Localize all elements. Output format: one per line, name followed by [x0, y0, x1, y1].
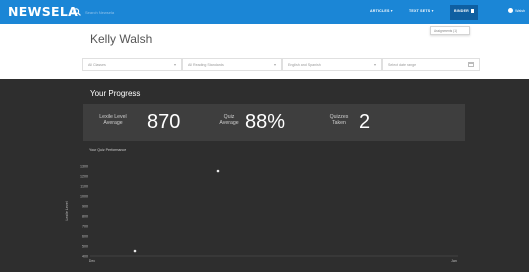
y-tick-label: 600: [82, 235, 88, 239]
chevron-down-icon: ▾: [273, 62, 276, 67]
chevron-down-icon: ▾: [173, 62, 176, 67]
lexile-stat-label: Lexile Level Average: [83, 114, 143, 126]
quiz-performance-chart: 1300 1200 1100 1000 900 800 700 600 500 400Dec Jan…: [65, 165, 458, 263]
quiz-average-label-line2: Average: [219, 120, 239, 126]
chevron-down-icon: ▾: [373, 62, 376, 67]
y-tick-label: 700: [82, 225, 88, 229]
quizzes-taken-label-line2: Taken: [332, 120, 346, 126]
y-tick-label: 900: [82, 205, 88, 209]
user-menu-button[interactable]: Walsh: [508, 8, 525, 13]
y-tick-label: 500: [82, 245, 88, 249]
filter-bar: All Classes ▾ All Reading Standards ▾ En…: [82, 58, 480, 72]
nav-binder-link[interactable]: BINDER: [450, 5, 479, 20]
x-tick-label: Jan: [451, 259, 457, 263]
y-tick-label: 1200: [80, 175, 88, 179]
data-point: [216, 169, 220, 173]
standards-filter-value: All Reading Standards: [188, 62, 224, 67]
nav-binder-label: BINDER: [454, 9, 469, 13]
chart-title: Your Quiz Performance: [89, 148, 127, 152]
nav-text-sets-menu[interactable]: TEXT SETS ▾: [409, 9, 434, 13]
standards-filter-select[interactable]: All Reading Standards ▾: [182, 58, 282, 71]
y-tick-label: 400: [82, 255, 88, 259]
user-menu-label: Walsh: [515, 8, 525, 13]
class-filter-value: All Classes: [88, 62, 106, 67]
calendar-icon: [468, 62, 474, 67]
nav-articles-menu[interactable]: ARTICLES ▾: [370, 9, 393, 13]
quizzes-taken-stat-value: 2: [359, 111, 371, 133]
search-box[interactable]: [73, 6, 153, 18]
search-icon: [73, 8, 81, 16]
progress-title: Your Progress: [90, 89, 141, 98]
lexile-stat-label-line2: Average: [103, 120, 123, 126]
lexile-stat-value: 870: [147, 111, 181, 133]
date-range-picker[interactable]: Select date range: [382, 58, 480, 71]
user-avatar-icon: [508, 8, 514, 13]
y-tick-label: 1100: [80, 185, 88, 189]
newsela-logo[interactable]: NEWSELA: [8, 4, 78, 19]
stats-summary: Lexile Level Average 870 Quiz Average 88…: [83, 104, 465, 141]
x-tick-label: Dec: [89, 259, 96, 263]
language-filter-value: English and Spanish: [288, 62, 321, 67]
language-filter-select[interactable]: English and Spanish ▾: [282, 58, 382, 71]
class-filter-select[interactable]: All Classes ▾: [82, 58, 182, 71]
quiz-average-stat-value: 88%: [245, 111, 286, 133]
search-input[interactable]: [85, 7, 147, 17]
quiz-average-stat-label: Quiz Average: [216, 114, 242, 126]
y-axis-label: Lexile Level: [65, 201, 69, 220]
y-tick-label: 1000: [80, 195, 88, 199]
binder-icon: [471, 9, 475, 13]
quizzes-taken-stat-label: Quizzes Taken: [325, 114, 353, 126]
data-point: [133, 249, 137, 253]
top-nav-bar: NEWSELA ARTICLES ▾ TEXT SETS ▾ BINDER Wa…: [0, 0, 529, 24]
binder-dropdown-popup[interactable]: Assignments (1): [430, 26, 470, 35]
date-range-placeholder: Select date range: [388, 62, 417, 67]
y-tick-label: 800: [82, 215, 88, 219]
y-tick-label: 1300: [80, 165, 88, 169]
student-name-heading: Kelly Walsh: [90, 32, 153, 46]
